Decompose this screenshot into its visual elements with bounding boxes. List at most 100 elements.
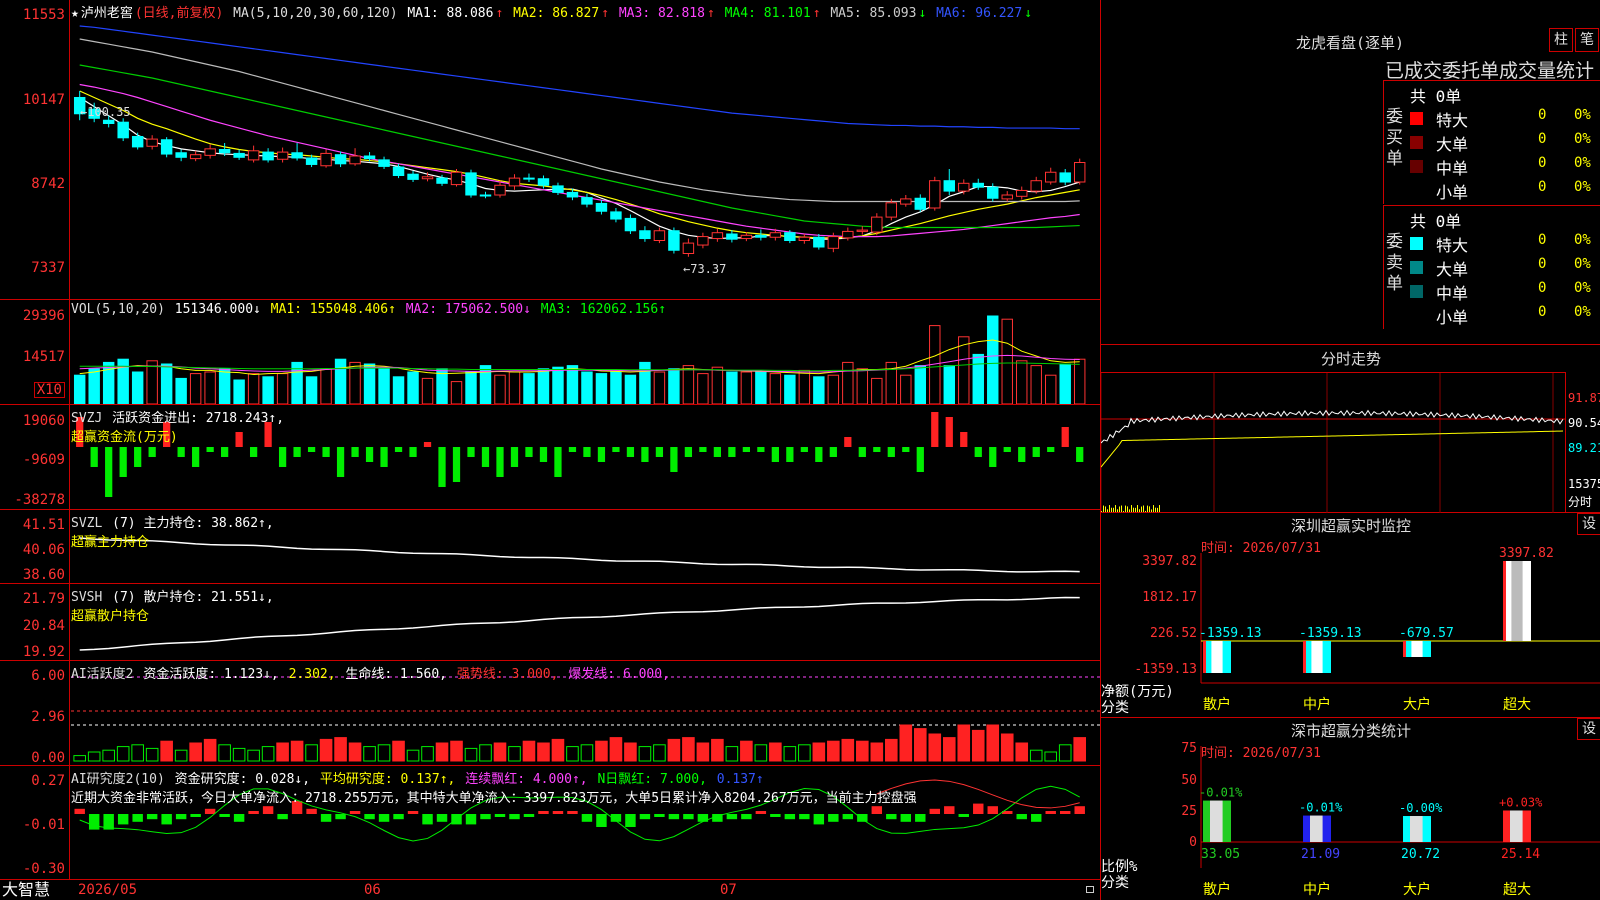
app-logo: 大智慧 [2,880,51,899]
candle-body [189,154,202,160]
research-bar [944,806,955,814]
flow-bar [873,447,881,452]
candle-body [218,149,231,154]
activity-bar [682,737,695,762]
activity-bar [406,749,420,762]
volume-pane[interactable]: 29396 14517 X10 VOL(5,10,20) 151346.000↓… [0,300,1100,405]
volume-bar [856,368,869,404]
ai-research-ytick: 0.27 [31,773,65,789]
research-bar [1031,814,1042,822]
activity-bar [595,740,608,762]
candle-body [740,234,753,240]
activity-bar [798,744,811,762]
svsh-ytick: 20.84 [22,618,65,634]
order-percent: 0% [1574,304,1591,320]
flow-bar [1047,447,1055,452]
activity-bar [754,744,768,762]
ma-arrow: ↓ [918,6,927,21]
volume-bar [407,371,419,404]
star-icon[interactable]: ★ [71,6,79,21]
intraday-volume-bar [1131,505,1132,512]
intraday-panel[interactable]: 分时走势 91.87 90.54 89.21 15375 分时 [1100,345,1600,513]
candle-body [653,230,666,241]
flow-bar [249,447,258,457]
activity-bar [174,749,188,762]
volume-bar [726,371,738,404]
flow-bar [902,447,910,452]
class-category: 散户 [1203,881,1231,898]
activity-bar [189,742,202,762]
activity-bar [493,742,507,762]
svzl-pane[interactable]: 41.51 40.06 38.60 SVZL (7) 主力持仓: 38.862↑… [0,510,1100,584]
stock-name[interactable]: 泸州老窖 [81,6,133,21]
activity-bar [624,742,637,762]
tick-view-button[interactable]: 笔 [1575,28,1599,52]
ai-activity-pane[interactable]: 6.00 2.96 0.00 AI活跃度2 资金活跃度: 1.123↓, 2.3… [0,661,1100,766]
svsh-pane[interactable]: 21.79 20.84 19.92 SVSH (7) 散户持仓: 21.551↓… [0,584,1100,661]
flow-bar [1076,447,1084,462]
order-type: 特大 [1436,236,1469,255]
ai-activity-v2: 2.302, [288,667,336,682]
ai-research-name: AI研究度2(10) [71,772,165,787]
volume-bar [639,361,651,404]
flow-bar [1003,447,1011,452]
volume-bar [494,374,506,404]
svzl-y-axis: 41.51 40.06 38.60 [0,510,70,583]
class-bar-highlight [1210,800,1223,842]
candle-body [276,151,289,160]
volume-bar [1045,374,1057,404]
activity-bar [537,742,550,762]
sz-bar-label: -679.57 [1399,626,1454,641]
research-bar [436,814,448,822]
sz-monitor-panel[interactable]: 深圳超赢实时监控 设 时间: 2026/07/31 3397.82 1812.17… [1101,513,1600,718]
activity-bar [73,755,86,762]
price-plot[interactable] [71,0,1100,299]
svzj-ytick: 19060 [22,413,65,429]
ai-research-pane[interactable]: 0.27 -0.01 -0.30 AI研究度2(10) 资金研究度: 0.028… [0,766,1100,880]
bar-view-button[interactable]: 柱 [1549,28,1573,52]
volume-bar [450,381,463,404]
svzj-pane[interactable]: 19060 -9609 -38278 SVZJ 活跃资金进出: 2718.243… [0,405,1100,510]
ma-arrow: ↑ [601,6,610,21]
flow-bar [612,447,620,452]
lock-icon[interactable] [1086,886,1094,893]
sz-bar-label: -1359.13 [1199,626,1262,641]
volume-bar [682,365,695,404]
intraday-chart[interactable] [1100,372,1566,513]
order-type: 小单 [1436,183,1469,202]
class-stats-panel[interactable]: 深市超赢分类统计 设 时间: 2026/07/31 75 50 25 0 -0.01% 3… [1101,718,1600,900]
activity-bar [957,724,971,762]
research-bar [248,811,259,814]
price-pane[interactable]: 11553 10147 8742 7337 ★ 泸州老窖 (日线,前复权) MA(5… [0,0,1100,300]
volume-bar [378,368,390,404]
class-category: 大户 [1403,881,1431,898]
intraday-volume-bar [1111,507,1112,512]
order-row: 小单 0 0% [1410,179,1600,202]
activity-bar [971,729,985,762]
research-bar [1016,814,1027,820]
activity-bar [653,744,666,762]
class-bar-highlight [1510,810,1523,842]
flow-bar [655,447,664,457]
activity-bar [667,738,681,762]
intraday-ytick: 15375 [1568,477,1600,491]
class-bar-change: +0.03% [1499,795,1543,809]
research-bar [871,806,883,814]
ai-activity-name: AI活跃度2 [71,667,134,682]
class-bar-value: 21.09 [1301,847,1340,862]
vol-ma3: MA3: 162062.156↑ [540,302,667,317]
volume-bar [769,373,782,404]
kline-mode[interactable]: (日线,前复权) [135,6,223,21]
chart-area[interactable]: 11553 10147 8742 7337 ★ 泸州老窖 (日线,前复权) MA(5… [0,0,1100,900]
stats-tab-strip[interactable]: 已成交委托单成交量统计 [1385,56,1600,83]
ai-activity-value: 资金活跃度: 1.123↓, [143,667,279,682]
research-bar [625,814,636,827]
candle-body [639,230,651,240]
flow-bar [90,447,98,467]
sz-category: 大户 [1403,696,1431,713]
flow-bar [626,447,635,457]
research-bar [1074,806,1085,814]
class-bar-value: 33.05 [1201,847,1240,862]
order-count: 0 [1538,131,1547,147]
x-tick-date: 2026/05 [78,882,138,898]
